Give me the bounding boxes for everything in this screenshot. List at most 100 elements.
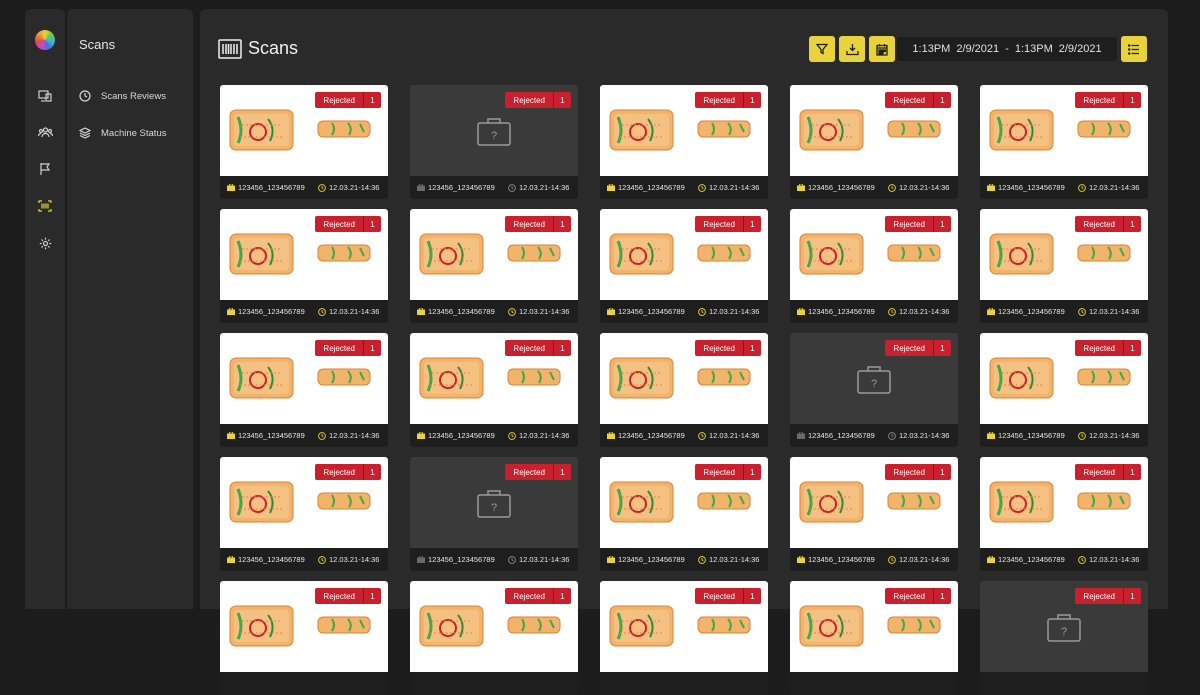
scan-time: 12.03.21-14:36 bbox=[329, 555, 380, 564]
scan-card[interactable]: Rejected 1 123456_123456789 12.03.21-14:36 bbox=[980, 85, 1148, 199]
scan-thumbnail[interactable]: Rejected 1 bbox=[790, 209, 958, 300]
scan-card[interactable]: Rejected 1 123456_123456789 12.03.21-14:36 bbox=[220, 85, 388, 199]
scan-meta: 123456_123456789 12.03.21-14:36 bbox=[220, 424, 388, 447]
scan-card[interactable]: Rejected 1 123456_123456789 12.03.21-14:36 bbox=[790, 85, 958, 199]
scan-thumbnail[interactable]: Rejected 1 bbox=[790, 581, 958, 672]
gear-icon[interactable] bbox=[36, 234, 54, 252]
status-badge: Rejected 1 bbox=[505, 464, 571, 480]
download-button[interactable] bbox=[839, 36, 865, 62]
scan-thumbnail[interactable]: Rejected 1 bbox=[790, 457, 958, 548]
scan-thumbnail[interactable]: Rejected 1 bbox=[410, 209, 578, 300]
clock-icon bbox=[318, 307, 326, 316]
scan-thumbnail[interactable]: ? Rejected 1 bbox=[410, 457, 578, 548]
scan-thumbnail[interactable]: Rejected 1 bbox=[220, 581, 388, 672]
scan-thumbnail[interactable]: ? Rejected 1 bbox=[410, 85, 578, 176]
scan-card[interactable]: Rejected 1 123456_123456789 12.03.21-14:36 bbox=[220, 457, 388, 571]
scan-card[interactable]: Rejected 1 123456_123456789 12.03.21-14:36 bbox=[600, 209, 768, 323]
scan-id: 123456_123456789 bbox=[238, 307, 305, 316]
page-title: Scans bbox=[218, 38, 298, 59]
scan-thumbnail[interactable]: ? Rejected 1 bbox=[980, 581, 1148, 672]
reject-count: 1 bbox=[1123, 340, 1141, 356]
scan-card[interactable]: Rejected 1 123456_123456789 12.03.21-14:36 bbox=[600, 457, 768, 571]
scan-thumbnail[interactable]: Rejected 1 bbox=[410, 581, 578, 672]
scan-thumbnail[interactable]: Rejected 1 bbox=[600, 457, 768, 548]
scan-thumbnail[interactable]: Rejected 1 bbox=[980, 333, 1148, 424]
download-icon bbox=[845, 43, 859, 55]
scan-card[interactable]: Rejected 1 123456_123456789 12.03.21-14:36 bbox=[980, 457, 1148, 571]
scan-meta: 123456_123456789 12.03.21-14:36 bbox=[220, 300, 388, 323]
status-badge: Rejected 1 bbox=[505, 340, 571, 356]
scan-card[interactable]: Rejected 1 123456_123456789 12.03.21-14:36 bbox=[410, 209, 578, 323]
status-badge: Rejected 1 bbox=[315, 464, 381, 480]
scan-thumbnail[interactable]: Rejected 1 bbox=[600, 333, 768, 424]
scan-thumbnail[interactable]: Rejected 1 bbox=[220, 333, 388, 424]
scan-card[interactable]: Rejected 1 123456_123456789 12.03.21-14:36 bbox=[600, 333, 768, 447]
status-badge: Rejected 1 bbox=[885, 340, 951, 356]
monitor-icon[interactable] bbox=[36, 87, 54, 105]
scan-thumbnail[interactable]: Rejected 1 bbox=[600, 209, 768, 300]
sidebar-item-machine-status[interactable]: Machine Status bbox=[79, 124, 166, 142]
unknown-scan-icon: ? bbox=[477, 490, 511, 518]
clock-icon bbox=[1078, 555, 1086, 564]
date-from-time: 1:13PM bbox=[912, 43, 951, 55]
scan-thumbnail[interactable]: Rejected 1 bbox=[220, 457, 388, 548]
app-logo[interactable] bbox=[35, 30, 55, 50]
page-title-text: Scans bbox=[248, 38, 299, 58]
scan-card[interactable]: Rejected 1 bbox=[220, 581, 388, 695]
scan-card[interactable]: ? Rejected 1 bbox=[980, 581, 1148, 695]
status-badge: Rejected 1 bbox=[695, 588, 761, 604]
scan-thumbnail[interactable]: ? Rejected 1 bbox=[790, 333, 958, 424]
scan-card[interactable]: ? Rejected 1 123456_123456789 12.03.21-14:36 bbox=[410, 457, 578, 571]
scan-card[interactable]: Rejected 1 bbox=[410, 581, 578, 695]
scan-card[interactable]: Rejected 1 123456_123456789 12.03.21-14:36 bbox=[790, 457, 958, 571]
sidebar-item-label: Machine Status bbox=[101, 127, 167, 139]
scan-meta: 123456_123456789 12.03.21-14:36 bbox=[980, 176, 1148, 199]
clock-icon bbox=[318, 183, 326, 192]
scan-card[interactable]: Rejected 1 bbox=[600, 581, 768, 695]
scan-card[interactable]: Rejected 1 123456_123456789 12.03.21-14:36 bbox=[980, 333, 1148, 447]
scan-thumbnail[interactable]: Rejected 1 bbox=[980, 85, 1148, 176]
scan-thumbnail[interactable]: Rejected 1 bbox=[790, 85, 958, 176]
scan-card[interactable]: ? Rejected 1 123456_123456789 12.03.21-14:36 bbox=[410, 85, 578, 199]
clock-icon bbox=[1078, 307, 1086, 316]
status-label: Rejected bbox=[1083, 467, 1115, 477]
scan-thumbnail[interactable]: Rejected 1 bbox=[220, 85, 388, 176]
scan-thumbnail[interactable]: Rejected 1 bbox=[410, 333, 578, 424]
scan-card[interactable]: ? Rejected 1 123456_123456789 12.03.21-14:36 bbox=[790, 333, 958, 447]
scan-card[interactable]: Rejected 1 123456_123456789 12.03.21-14:36 bbox=[220, 333, 388, 447]
filter-button[interactable] bbox=[809, 36, 835, 62]
clock-icon bbox=[698, 183, 706, 192]
reject-count: 1 bbox=[933, 464, 951, 480]
scan-card[interactable]: Rejected 1 123456_123456789 12.03.21-14:36 bbox=[220, 209, 388, 323]
scan-id: 123456_123456789 bbox=[618, 431, 685, 440]
status-label: Rejected bbox=[513, 467, 545, 477]
status-badge: Rejected 1 bbox=[505, 216, 571, 232]
scan-thumbnail[interactable]: Rejected 1 bbox=[980, 209, 1148, 300]
suitcase-icon bbox=[417, 556, 425, 563]
scan-time: 12.03.21-14:36 bbox=[899, 555, 950, 564]
scan-card[interactable]: Rejected 1 123456_123456789 12.03.21-14:36 bbox=[410, 333, 578, 447]
scan-card[interactable]: Rejected 1 123456_123456789 12.03.21-14:36 bbox=[980, 209, 1148, 323]
flag-icon[interactable] bbox=[36, 160, 54, 178]
scan-thumbnail[interactable]: Rejected 1 bbox=[600, 581, 768, 672]
scan-thumbnail[interactable]: Rejected 1 bbox=[600, 85, 768, 176]
users-icon[interactable] bbox=[36, 123, 54, 141]
scan-meta: 123456_123456789 12.03.21-14:36 bbox=[410, 176, 578, 199]
scan-card[interactable]: Rejected 1 123456_123456789 12.03.21-14:36 bbox=[790, 209, 958, 323]
scan-card[interactable]: Rejected 1 bbox=[790, 581, 958, 695]
barcode-scan-icon[interactable] bbox=[36, 197, 54, 215]
status-label: Rejected bbox=[893, 467, 925, 477]
status-label: Rejected bbox=[513, 591, 545, 601]
scan-time: 12.03.21-14:36 bbox=[1089, 307, 1140, 316]
scan-card[interactable]: Rejected 1 123456_123456789 12.03.21-14:36 bbox=[600, 85, 768, 199]
date-range-display[interactable]: 1:13PM 2/9/2021 - 1:13PM 2/9/2021 bbox=[897, 37, 1117, 61]
calendar-button[interactable] bbox=[869, 36, 895, 62]
scan-time: 12.03.21-14:36 bbox=[709, 431, 760, 440]
clock-icon bbox=[698, 555, 706, 564]
sidebar-item-scans-reviews[interactable]: Scans Reviews bbox=[79, 87, 166, 105]
clock-icon bbox=[79, 90, 91, 102]
scan-thumbnail[interactable]: Rejected 1 bbox=[220, 209, 388, 300]
list-view-button[interactable] bbox=[1121, 36, 1147, 62]
scan-thumbnail[interactable]: Rejected 1 bbox=[980, 457, 1148, 548]
scan-meta: 123456_123456789 12.03.21-14:36 bbox=[600, 548, 768, 571]
